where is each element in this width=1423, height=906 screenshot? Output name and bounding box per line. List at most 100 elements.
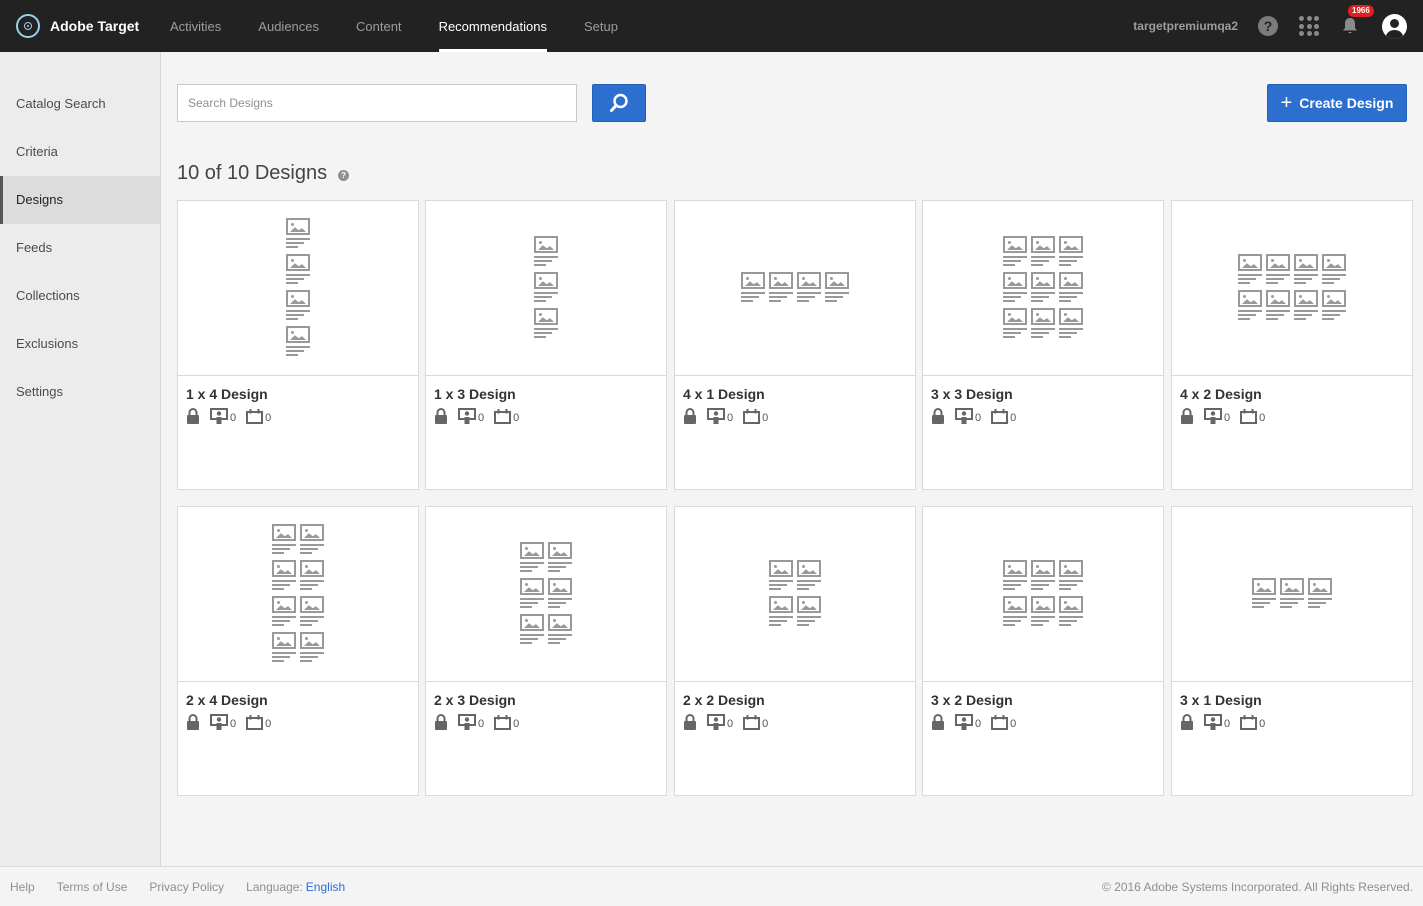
design-card[interactable]: 2 x 4 Design 0 0 <box>177 506 419 796</box>
schedule-count: 0 <box>494 408 519 424</box>
design-card[interactable]: 3 x 1 Design 0 0 <box>1171 506 1413 796</box>
layout-cell <box>741 272 765 304</box>
activities-icon <box>707 408 725 424</box>
design-title[interactable]: 3 x 1 Design <box>1180 692 1412 708</box>
sidebar-item-exclusions[interactable]: Exclusions <box>0 320 160 368</box>
calendar-icon <box>743 714 761 730</box>
activities-icon <box>955 714 973 730</box>
activities-count: 0 <box>1204 408 1230 424</box>
design-title[interactable]: 1 x 4 Design <box>186 386 418 402</box>
main-content: + Create Design 10 of 10 Designs ? 1 x 4… <box>161 52 1423 866</box>
schedule-count: 0 <box>743 714 768 730</box>
design-card[interactable]: 1 x 4 Design 0 0 <box>177 200 419 490</box>
design-card[interactable]: 4 x 2 Design 0 0 <box>1171 200 1413 490</box>
info-icon[interactable]: ? <box>338 169 350 181</box>
activities-icon <box>1204 408 1222 424</box>
design-title[interactable]: 3 x 2 Design <box>931 692 1163 708</box>
layout-preview-icon <box>1001 234 1085 342</box>
designs-count-label: 10 of 10 Designs <box>177 162 328 184</box>
sidebar-item-criteria[interactable]: Criteria <box>0 128 160 176</box>
layout-cell <box>1003 308 1027 340</box>
brand[interactable]: Adobe Target <box>0 0 170 52</box>
layout-cell <box>272 632 296 664</box>
activities-count: 0 <box>210 408 236 424</box>
layout-cell <box>825 272 849 304</box>
design-thumbnail <box>1172 201 1412 376</box>
footer-link-privacy[interactable]: Privacy Policy <box>149 880 224 894</box>
calendar-icon <box>1240 408 1258 424</box>
search-input[interactable] <box>177 84 577 122</box>
design-thumbnail <box>426 201 666 376</box>
design-title[interactable]: 2 x 2 Design <box>683 692 915 708</box>
username[interactable]: targetpremiumqa2 <box>1133 19 1238 33</box>
create-design-button[interactable]: + Create Design <box>1267 84 1407 122</box>
design-title[interactable]: 4 x 2 Design <box>1180 386 1412 402</box>
layout-cell <box>300 632 324 664</box>
layout-cell <box>1266 254 1290 286</box>
layout-cell <box>1003 596 1027 628</box>
nav-content[interactable]: Content <box>356 0 402 52</box>
design-card[interactable]: 2 x 3 Design 0 0 <box>425 506 667 796</box>
lock-icon <box>1180 714 1194 730</box>
layout-cell <box>1238 290 1262 322</box>
language-selector[interactable]: English <box>306 880 345 894</box>
design-meta: 0 0 <box>186 408 418 424</box>
notifications-button[interactable]: 1966 <box>1340 5 1374 37</box>
layout-cell <box>1059 596 1083 628</box>
help-icon[interactable]: ? <box>1258 16 1278 36</box>
search-button[interactable] <box>592 84 646 122</box>
schedule-count: 0 <box>1240 714 1265 730</box>
layout-cell <box>300 524 324 556</box>
design-card[interactable]: 3 x 3 Design 0 0 <box>922 200 1164 490</box>
layout-preview-icon <box>518 540 574 648</box>
footer-link-terms[interactable]: Terms of Use <box>57 880 128 894</box>
sidebar-item-feeds[interactable]: Feeds <box>0 224 160 272</box>
design-card[interactable]: 2 x 2 Design 0 0 <box>674 506 916 796</box>
design-card[interactable]: 3 x 2 Design 0 0 <box>922 506 1164 796</box>
app-title: Adobe Target <box>50 18 140 34</box>
nav-activities[interactable]: Activities <box>170 0 221 52</box>
layout-cell <box>1003 272 1027 304</box>
design-meta: 0 0 <box>683 408 915 424</box>
nav-recommendations[interactable]: Recommendations <box>438 0 548 52</box>
activities-icon <box>458 714 476 730</box>
lock-icon <box>434 714 448 730</box>
footer-link-help[interactable]: Help <box>10 880 35 894</box>
nav-setup[interactable]: Setup <box>584 0 618 52</box>
design-meta: 0 0 <box>186 714 418 730</box>
layout-cell <box>769 560 793 592</box>
layout-preview-icon <box>1250 576 1334 612</box>
user-avatar-icon[interactable] <box>1382 13 1407 39</box>
schedule-count: 0 <box>246 714 271 730</box>
language-label: Language: <box>246 879 303 894</box>
activities-count: 0 <box>210 714 236 730</box>
design-title[interactable]: 2 x 3 Design <box>434 692 666 708</box>
layout-cell <box>548 578 572 610</box>
layout-preview-icon <box>1236 252 1348 324</box>
design-title[interactable]: 3 x 3 Design <box>931 386 1163 402</box>
activities-count: 0 <box>955 714 981 730</box>
calendar-icon <box>991 408 1009 424</box>
layout-cell <box>1252 578 1276 610</box>
sidebar-item-settings[interactable]: Settings <box>0 368 160 416</box>
design-title[interactable]: 4 x 1 Design <box>683 386 915 402</box>
layout-cell <box>1059 308 1083 340</box>
design-card[interactable]: 4 x 1 Design 0 0 <box>674 200 916 490</box>
sidebar-item-collections[interactable]: Collections <box>0 272 160 320</box>
lock-icon <box>931 408 945 424</box>
layout-cell <box>1031 308 1055 340</box>
apps-grid-icon[interactable] <box>1299 16 1319 36</box>
top-bar: Adobe Target Activities Audiences Conten… <box>0 0 1423 52</box>
sidebar-item-designs[interactable]: Designs <box>0 176 160 224</box>
design-card[interactable]: 1 x 3 Design 0 0 <box>425 200 667 490</box>
calendar-icon <box>991 714 1009 730</box>
layout-cell <box>272 524 296 556</box>
design-title[interactable]: 1 x 3 Design <box>434 386 666 402</box>
calendar-icon <box>743 408 761 424</box>
layout-preview-icon <box>1001 558 1085 630</box>
design-title[interactable]: 2 x 4 Design <box>186 692 418 708</box>
sidebar-item-catalog-search[interactable]: Catalog Search <box>0 80 160 128</box>
layout-cell <box>1031 272 1055 304</box>
schedule-count: 0 <box>246 408 271 424</box>
nav-audiences[interactable]: Audiences <box>258 0 319 52</box>
